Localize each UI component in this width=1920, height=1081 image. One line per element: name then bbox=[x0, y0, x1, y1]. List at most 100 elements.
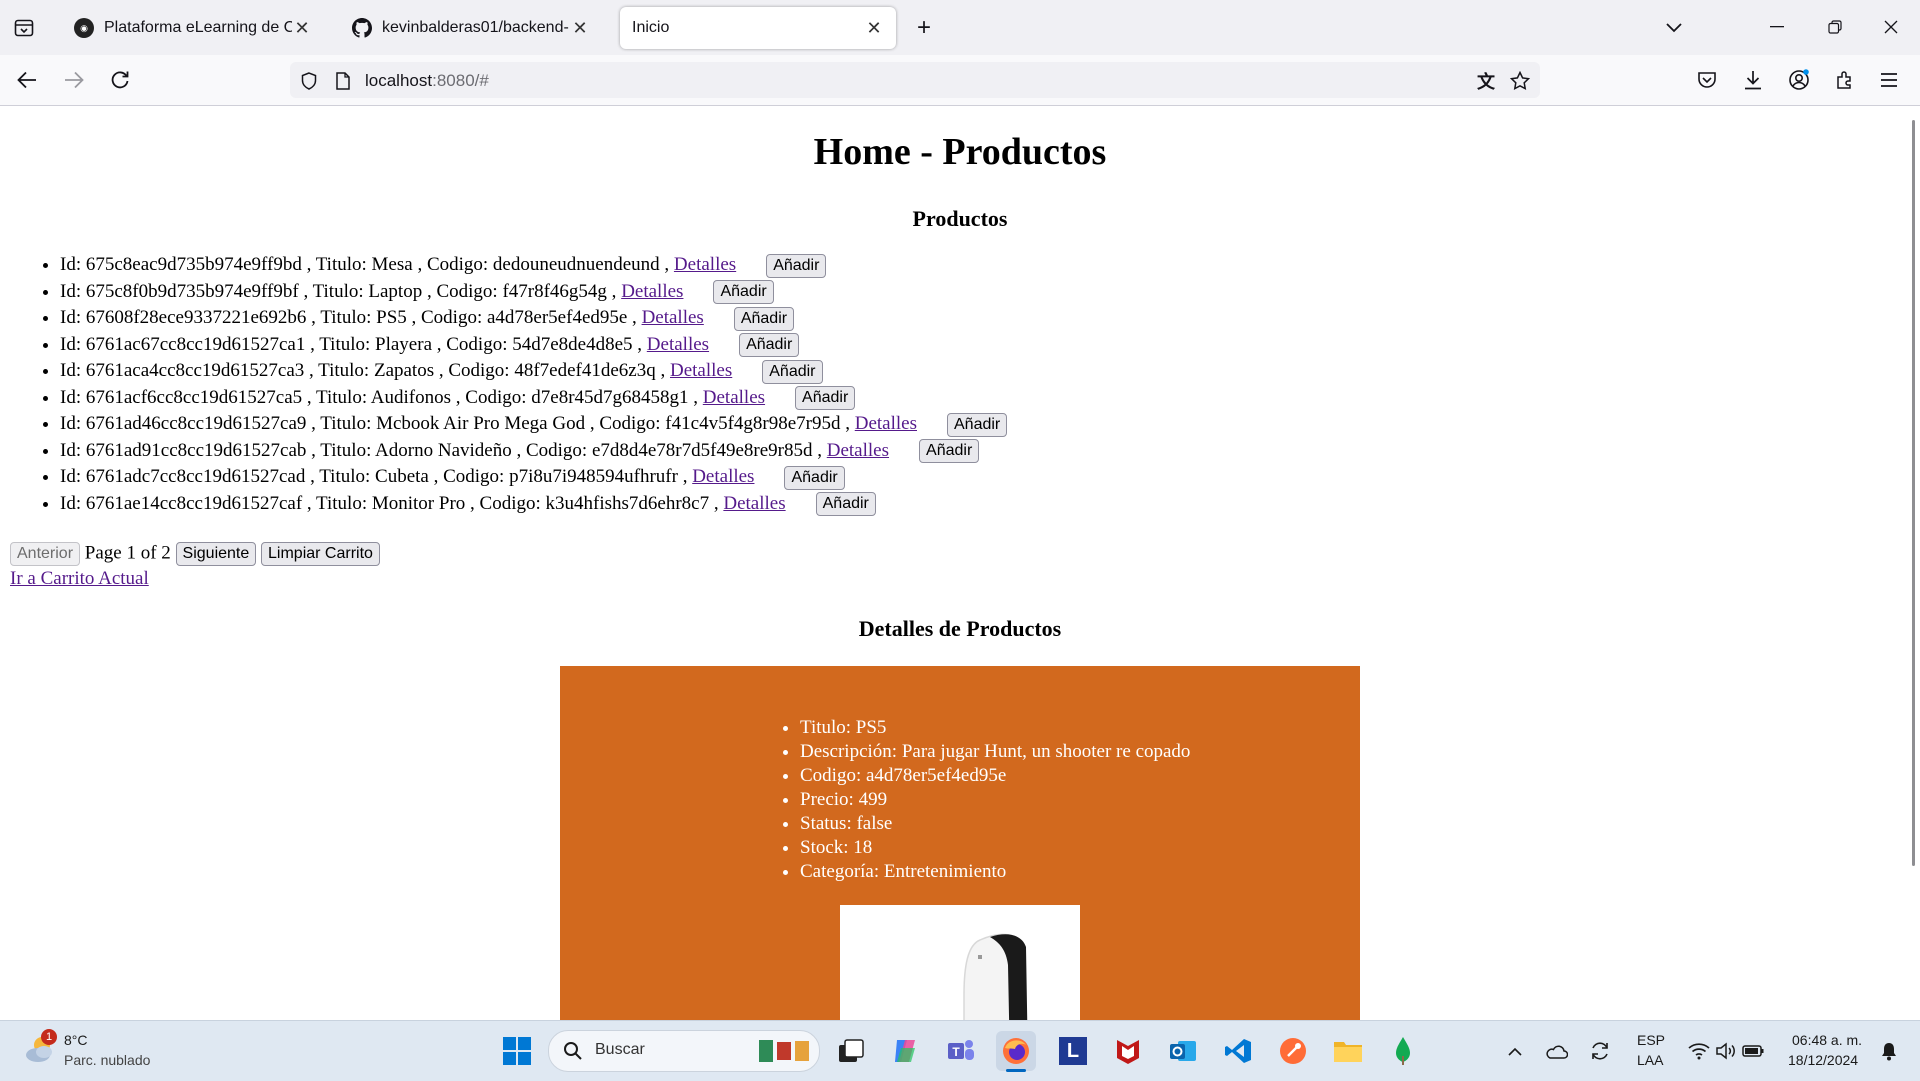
sync-icon[interactable] bbox=[1586, 1031, 1614, 1071]
tab-overview-icon[interactable] bbox=[12, 16, 36, 40]
account-icon[interactable] bbox=[1786, 67, 1812, 93]
firefox-icon[interactable] bbox=[996, 1031, 1036, 1072]
navigation-toolbar: localhost:8080/# 文 bbox=[0, 55, 1920, 106]
url-text[interactable]: localhost:8080/# bbox=[365, 71, 489, 91]
bookmark-star-icon[interactable] bbox=[1508, 69, 1532, 93]
volume-icon[interactable] bbox=[1713, 1031, 1739, 1071]
back-icon[interactable] bbox=[14, 67, 40, 93]
details-link[interactable]: Detalles bbox=[670, 360, 732, 381]
product-text: Id: 6761ac67cc8cc19d61527ca1 , Titulo: P… bbox=[60, 333, 643, 355]
tab-coderhouse[interactable]: ◉ Plataforma eLearning de Coder ✕ bbox=[62, 7, 324, 49]
lens-app-icon[interactable]: L bbox=[1053, 1031, 1093, 1071]
current-cart-link[interactable]: Ir a Carrito Actual bbox=[10, 568, 149, 590]
wifi-icon[interactable] bbox=[1686, 1031, 1712, 1071]
mongodb-icon[interactable] bbox=[1383, 1031, 1423, 1071]
add-button[interactable]: Añadir bbox=[815, 492, 876, 517]
copilot-icon[interactable] bbox=[886, 1031, 926, 1071]
notifications-icon[interactable] bbox=[1876, 1031, 1902, 1071]
product-text: Id: 6761ad46cc8cc19d61527ca9 , Titulo: M… bbox=[60, 413, 850, 434]
list-item: Id: 6761acf6cc8cc19d61527ca5 , Titulo: A… bbox=[60, 385, 1007, 412]
details-link[interactable]: Detalles bbox=[647, 334, 709, 355]
vscode-icon[interactable] bbox=[1218, 1031, 1258, 1071]
list-item: Id: 6761ac67cc8cc19d61527ca1 , Titulo: P… bbox=[60, 332, 1007, 359]
minimize-icon[interactable] bbox=[1762, 14, 1792, 40]
tab-bar: ◉ Plataforma eLearning de Coder ✕ kevinb… bbox=[0, 0, 1920, 55]
list-item: Id: 67608f28ece9337221e692b6 , Titulo: P… bbox=[60, 305, 1007, 332]
outlook-icon[interactable] bbox=[1163, 1031, 1203, 1071]
tracking-protection-icon[interactable] bbox=[298, 70, 320, 92]
downloads-icon[interactable] bbox=[1740, 67, 1766, 93]
menu-icon[interactable] bbox=[1876, 67, 1902, 93]
pocket-icon[interactable] bbox=[1694, 67, 1720, 93]
add-button[interactable]: Añadir bbox=[784, 465, 845, 490]
weather-badge: 1 bbox=[41, 1029, 57, 1045]
battery-icon[interactable] bbox=[1740, 1031, 1766, 1071]
details-link[interactable]: Detalles bbox=[855, 413, 917, 434]
detail-stock: Stock: 18 bbox=[800, 836, 1190, 860]
weather-description[interactable]: Parc. nublado bbox=[64, 1052, 150, 1068]
restore-icon[interactable] bbox=[1820, 14, 1850, 40]
file-explorer-icon[interactable] bbox=[1328, 1031, 1368, 1071]
scrollbar[interactable] bbox=[1912, 120, 1915, 866]
clock-date[interactable]: 18/12/2024 bbox=[1788, 1052, 1858, 1068]
list-tabs-icon[interactable] bbox=[1660, 16, 1688, 40]
product-detail-card: Titulo: PS5 Descripción: Para jugar Hunt… bbox=[560, 666, 1360, 1020]
details-link[interactable]: Detalles bbox=[723, 493, 785, 514]
mcafee-icon[interactable] bbox=[1108, 1031, 1148, 1071]
product-text: Id: 6761aca4cc8cc19d61527ca3 , Titulo: Z… bbox=[60, 360, 666, 381]
add-button[interactable]: Añadir bbox=[713, 280, 774, 305]
close-tab-icon[interactable]: ✕ bbox=[292, 18, 312, 39]
task-view-icon[interactable] bbox=[831, 1031, 871, 1071]
list-item: Id: 6761aca4cc8cc19d61527ca3 , Titulo: Z… bbox=[60, 358, 1007, 385]
input-language-bottom[interactable]: LAA bbox=[1637, 1052, 1663, 1068]
detail-price: Precio: 499 bbox=[800, 788, 1190, 812]
show-hidden-icons-icon[interactable] bbox=[1503, 1031, 1527, 1071]
close-tab-icon[interactable]: ✕ bbox=[864, 18, 884, 39]
postman-icon[interactable] bbox=[1273, 1031, 1313, 1071]
extensions-icon[interactable] bbox=[1832, 67, 1858, 93]
list-item: Id: 675c8f0b9d735b974e9ff9bf , Titulo: L… bbox=[60, 279, 1007, 306]
clock-time[interactable]: 06:48 a. m. bbox=[1792, 1032, 1862, 1048]
start-icon[interactable] bbox=[497, 1031, 537, 1071]
search-box[interactable]: Buscar bbox=[548, 1030, 820, 1072]
add-button[interactable]: Añadir bbox=[795, 386, 856, 411]
list-item: Id: 6761ad46cc8cc19d61527ca9 , Titulo: M… bbox=[60, 411, 1008, 438]
teams-icon[interactable]: T bbox=[941, 1031, 981, 1071]
details-link[interactable]: Detalles bbox=[692, 466, 754, 487]
tab-inicio[interactable]: Inicio ✕ bbox=[620, 7, 896, 49]
clear-cart-button[interactable]: Limpiar Carrito bbox=[261, 542, 380, 566]
detail-title: Titulo: PS5 bbox=[800, 716, 1190, 740]
add-button[interactable]: Añadir bbox=[919, 439, 980, 464]
close-window-icon[interactable] bbox=[1876, 14, 1906, 40]
details-link[interactable]: Detalles bbox=[642, 307, 704, 328]
close-tab-icon[interactable]: ✕ bbox=[570, 18, 590, 39]
details-heading: Detalles de Productos bbox=[858, 616, 1062, 641]
reload-icon[interactable] bbox=[107, 67, 133, 93]
address-bar[interactable]: localhost:8080/# 文 bbox=[290, 62, 1540, 98]
details-link[interactable]: Detalles bbox=[703, 387, 765, 408]
forward-icon[interactable] bbox=[61, 67, 87, 93]
list-item: Id: 6761adc7cc8cc19d61527cad , Titulo: C… bbox=[60, 464, 1007, 491]
page-info-icon[interactable] bbox=[332, 70, 354, 92]
product-text: Id: 67608f28ece9337221e692b6 , Titulo: P… bbox=[60, 307, 637, 328]
input-language-top[interactable]: ESP bbox=[1637, 1032, 1665, 1048]
add-button[interactable]: Añadir bbox=[762, 359, 823, 384]
svg-text:T: T bbox=[952, 1045, 960, 1059]
weather-temp[interactable]: 8°C bbox=[64, 1032, 88, 1048]
tab-github[interactable]: kevinbalderas01/backend-I-Pro ✕ bbox=[340, 7, 602, 49]
add-button[interactable]: Añadir bbox=[947, 412, 1008, 437]
details-link[interactable]: Detalles bbox=[827, 440, 889, 461]
onedrive-icon[interactable] bbox=[1542, 1031, 1570, 1071]
product-list: Id: 675c8eac9d735b974e9ff9bd , Titulo: M… bbox=[40, 252, 1008, 517]
product-text: Id: 6761adc7cc8cc19d61527cad , Titulo: C… bbox=[60, 466, 688, 487]
url-path: :8080/# bbox=[432, 71, 489, 90]
add-button[interactable]: Añadir bbox=[739, 333, 800, 358]
previous-page-button[interactable]: Anterior bbox=[10, 542, 81, 566]
details-link[interactable]: Detalles bbox=[674, 254, 736, 275]
new-tab-icon[interactable]: + bbox=[912, 14, 936, 41]
add-button[interactable]: Añadir bbox=[733, 306, 795, 331]
translate-icon[interactable]: 文 bbox=[1474, 69, 1498, 93]
details-link[interactable]: Detalles bbox=[621, 281, 683, 302]
add-button[interactable]: Añadir bbox=[766, 253, 827, 278]
next-page-button[interactable]: Siguiente bbox=[175, 542, 257, 566]
